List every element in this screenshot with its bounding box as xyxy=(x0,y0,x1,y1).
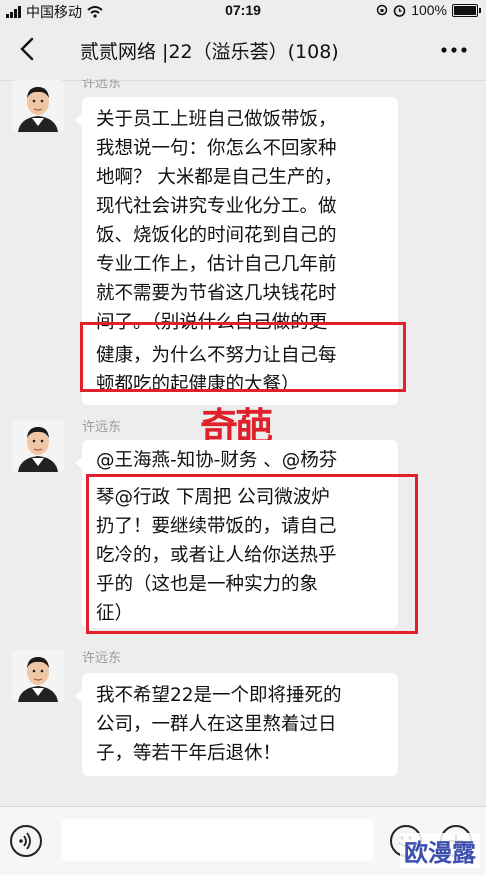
status-right: 100% xyxy=(376,2,481,18)
back-arrow-icon[interactable] xyxy=(14,35,42,63)
alarm-icon xyxy=(393,4,406,17)
message-line: 顿都吃的起健康的大餐） xyxy=(96,374,300,395)
message-bubble[interactable]: 我不希望22是一个即将捶死的 公司，一群人在这里熬着过日 子，等若干年后退休！ xyxy=(75,673,398,776)
voice-icon xyxy=(19,832,31,850)
message-line: 关于员工上班自己做饭带饭， xyxy=(96,109,337,130)
more-icon[interactable] xyxy=(440,40,468,60)
message-line: @王海燕-知协-财务 、@杨芬 xyxy=(96,450,338,471)
avatar-cartoon-icon xyxy=(12,80,64,132)
message-line: 我想说一句：你怎么不回家种 xyxy=(96,138,337,159)
message-line: 就不需要为节省这几块钱花时 xyxy=(96,283,337,304)
avatar-cartoon-icon xyxy=(12,650,64,702)
avatar-cartoon-icon xyxy=(12,420,64,472)
sender-name: 许远东 xyxy=(82,651,122,666)
message-line: 征） xyxy=(96,603,134,624)
sender-name: 许远东 xyxy=(82,79,122,91)
message-line: 吃冷的，或者让人给你送热乎 xyxy=(96,545,337,566)
avatar[interactable] xyxy=(12,420,64,472)
sender-name: 许远东 xyxy=(82,420,122,435)
message-line: 子，等若干年后退休！ xyxy=(96,743,282,764)
message-line: 乎的（这也是一种实力的象 xyxy=(96,574,319,595)
battery-percent: 100% xyxy=(411,2,447,18)
message-line: 我不希望22是一个即将捶死的 xyxy=(96,685,342,706)
message-line: 地啊？ 大米都是自己生产的， xyxy=(96,167,343,188)
message-line: 现代社会讲究专业化分工。做 xyxy=(96,196,337,217)
battery-icon xyxy=(452,3,481,17)
orientation-lock-icon xyxy=(376,4,388,16)
message-line: 专业工作上，估计自己几年前 xyxy=(96,254,337,275)
message-line: 琴@行政 下周把 公司微波炉 xyxy=(96,487,330,508)
message-line: 健康，为什么不努力让自己每 xyxy=(96,345,337,366)
voice-button[interactable] xyxy=(10,825,42,857)
message-line: 间了。（别说什么自己做的更 xyxy=(96,312,328,333)
message-line: 公司，一群人在这里熬着过日 xyxy=(96,714,337,735)
message-line: 扔了！要继续带饭的，请自己 xyxy=(96,516,337,537)
status-bar: 中国移动 07:19 100% xyxy=(0,0,486,22)
message-line: 饭、烧饭化的时间花到自己的 xyxy=(96,225,337,246)
message-bubble[interactable]: @王海燕-知协-财务 、@杨芬 琴@行政 下周把 公司微波炉 扔了！要继续带饭的… xyxy=(75,440,398,628)
avatar[interactable] xyxy=(12,80,64,132)
message-bubble[interactable]: 关于员工上班自己做饭带饭， 我想说一句：你怎么不回家种 地啊？ 大米都是自己生产… xyxy=(75,97,398,405)
chat-title: 贰贰网络 |22（溢乐荟）(108) xyxy=(80,41,339,63)
message-input[interactable] xyxy=(62,819,374,861)
avatar[interactable] xyxy=(12,650,64,702)
watermark: 欧漫露 xyxy=(400,833,480,868)
chat-header: 贰贰网络 |22（溢乐荟）(108) xyxy=(0,22,486,81)
